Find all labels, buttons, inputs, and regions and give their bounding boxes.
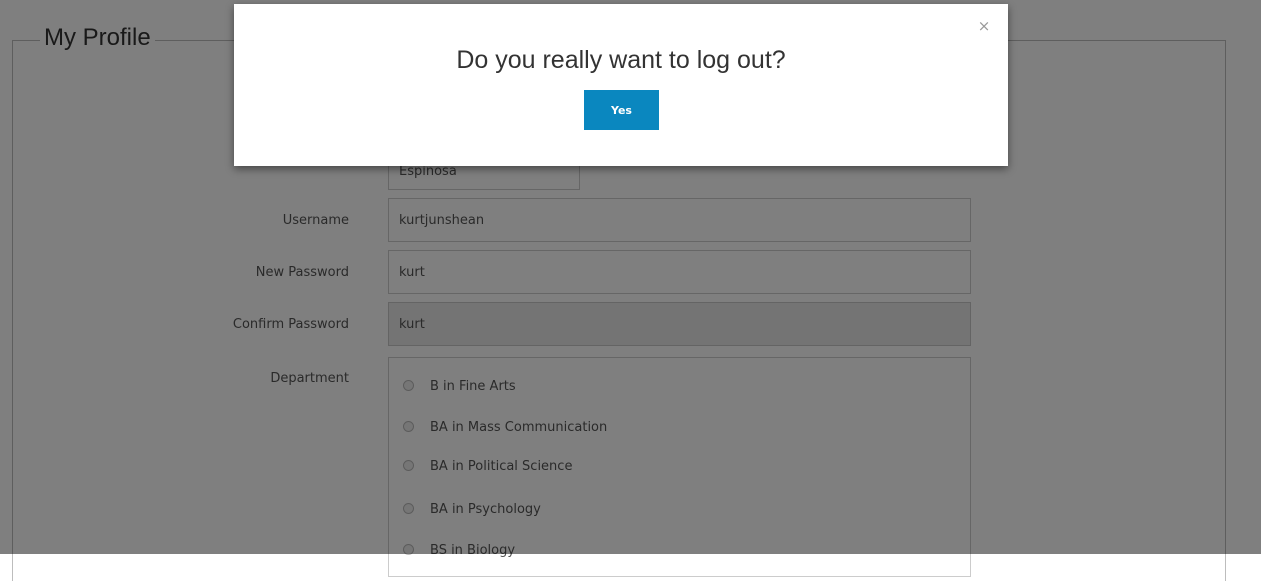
logout-dialog: × Do you really want to log out? Yes [234, 4, 1008, 166]
yes-button[interactable]: Yes [584, 90, 659, 130]
close-icon[interactable]: × [976, 18, 992, 34]
dialog-title: Do you really want to log out? [456, 46, 786, 74]
